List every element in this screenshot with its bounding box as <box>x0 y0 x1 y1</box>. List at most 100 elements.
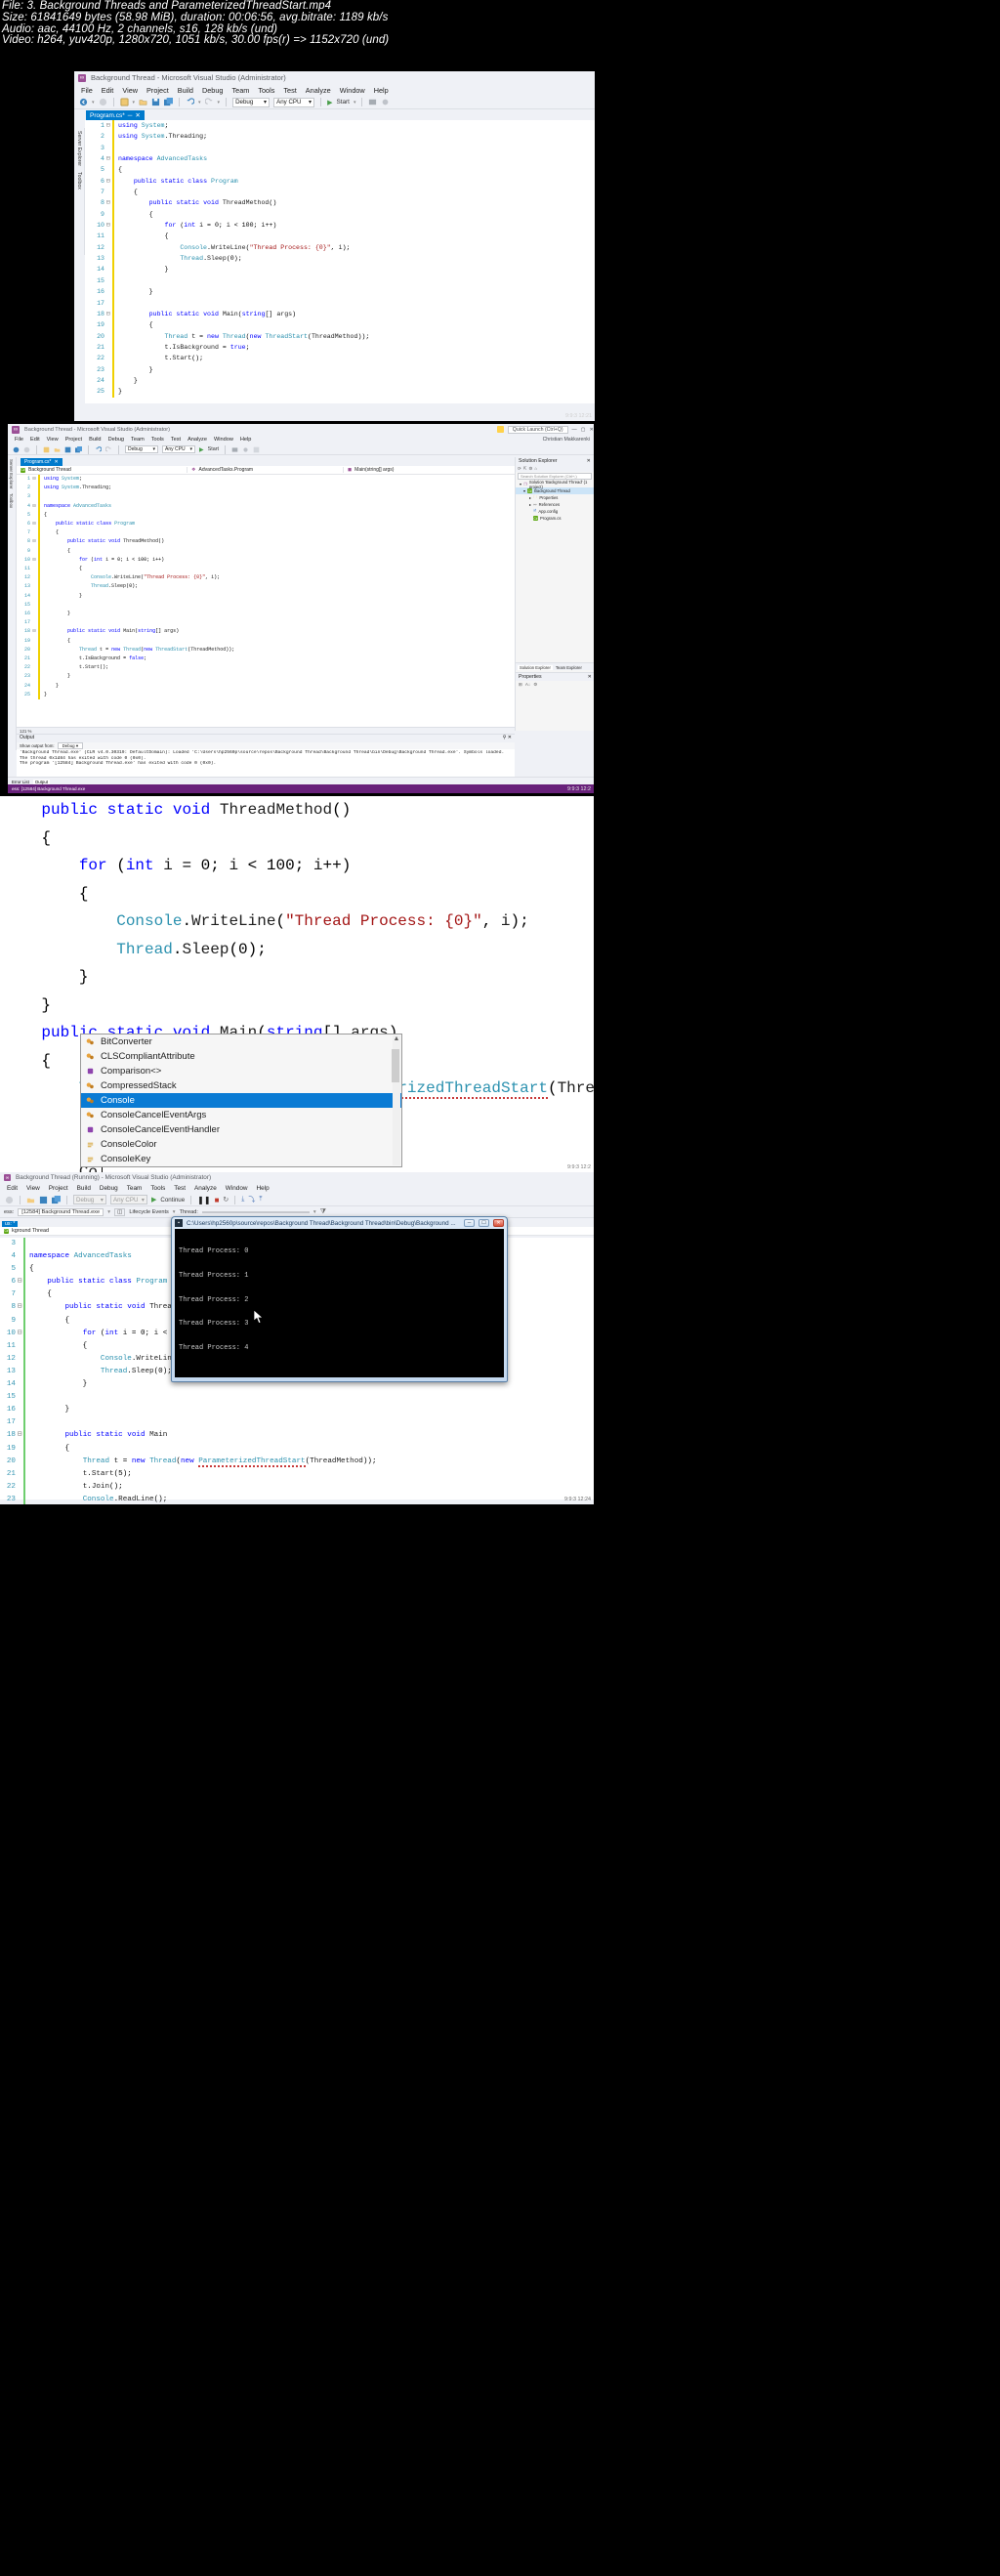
p2-menu-debug[interactable]: Debug <box>108 437 124 443</box>
intellisense-list[interactable]: BitConverter CLSCompliantAttribute Compari… <box>81 1035 401 1166</box>
intellisense-item[interactable]: ConsoleKey <box>81 1152 401 1166</box>
quick-launch-input[interactable]: Quick Launch (Ctrl+Q) <box>507 425 568 434</box>
fold-toggle-icon[interactable]: ⊟ <box>16 1429 23 1442</box>
intellisense-item[interactable]: Comparison<> <box>81 1064 401 1078</box>
p2-menu-help[interactable]: Help <box>240 437 252 443</box>
save-icon[interactable] <box>151 98 160 106</box>
fold-toggle-icon[interactable]: ⊟ <box>30 556 38 565</box>
collapse-chevron-icon[interactable]: ▸ <box>529 495 531 500</box>
menu-item-build[interactable]: Build <box>178 86 193 95</box>
p2-menu-team[interactable]: Team <box>131 437 145 443</box>
menu-item-tools[interactable]: Tools <box>258 86 274 95</box>
p2-menu-view[interactable]: View <box>47 437 59 443</box>
p2-misc-icon-1[interactable] <box>231 446 238 453</box>
menu-item-debug[interactable]: Debug <box>202 86 224 95</box>
expand-chevron-icon-2[interactable]: ▾ <box>523 488 525 493</box>
se-item-programcs[interactable]: C# Program.cs <box>516 515 594 522</box>
p4-save-icon[interactable] <box>39 1196 48 1204</box>
fold-toggle-icon[interactable]: ⊟ <box>104 153 112 164</box>
p2-misc-icon-3[interactable] <box>253 446 260 453</box>
se-item-appconfig[interactable]: 🗎 App.config <box>516 508 594 515</box>
p2-menu-project[interactable]: Project <box>65 437 82 443</box>
fold-toggle-icon[interactable]: ⊟ <box>104 220 112 231</box>
p2-menu-edit[interactable]: Edit <box>30 437 40 443</box>
fold-toggle-icon[interactable]: ⊟ <box>104 309 112 319</box>
p2-open-file-icon[interactable] <box>54 446 61 453</box>
expand-chevron-icon[interactable]: ▾ <box>520 482 521 486</box>
scroll-up-arrow-icon[interactable]: ▲ <box>393 1035 400 1042</box>
menu-item-analyze[interactable]: Analyze <box>306 86 331 95</box>
close-icon[interactable]: ✕ <box>135 111 140 119</box>
continue-button-label[interactable]: Continue <box>160 1197 185 1204</box>
p2-menu-build[interactable]: Build <box>89 437 101 443</box>
filter-icon[interactable]: ⧩ <box>320 1208 326 1216</box>
editor-tab-program-cs[interactable]: Program.cs* ─ ✕ <box>86 110 145 120</box>
fold-toggle-icon[interactable]: ⊟ <box>16 1276 23 1288</box>
p2-close-icon[interactable]: ✕ <box>55 459 59 465</box>
fold-toggle-icon[interactable]: ⊟ <box>30 502 38 511</box>
menu-item-help[interactable]: Help <box>374 86 389 95</box>
p4-menu-window[interactable]: Window <box>226 1185 248 1192</box>
intellisense-scrollbar[interactable]: ▲ <box>392 1035 400 1165</box>
p4-menu-analyze[interactable]: Analyze <box>194 1185 217 1192</box>
open-file-icon[interactable] <box>139 98 147 106</box>
intellisense-item[interactable]: CLSCompliantAttribute <box>81 1049 401 1064</box>
lifecycle-events-label[interactable]: Lifecycle Events <box>129 1209 168 1215</box>
console-maximize-button[interactable]: ☐ <box>479 1219 489 1227</box>
p4-save-all-icon[interactable] <box>52 1195 61 1204</box>
p2-start-debug-icon[interactable]: ▶ <box>199 446 204 453</box>
misc-toolbar-icon-2[interactable] <box>381 98 390 106</box>
navigate-back-dropdown-icon[interactable]: ▾ <box>92 100 95 106</box>
p2-menu-window[interactable]: Window <box>214 437 233 443</box>
output-close-icon[interactable]: ✕ <box>508 735 512 740</box>
console-close-button[interactable]: ✕ <box>493 1219 504 1227</box>
p4-open-file-icon[interactable] <box>26 1196 35 1204</box>
process-combo[interactable]: [12584] Background Thread.exe <box>18 1207 104 1216</box>
p2-save-icon[interactable] <box>64 446 71 453</box>
signed-in-user[interactable]: Christian Makkarenki <box>543 437 594 443</box>
p4-navbar-project[interactable]: C# kground Thread <box>0 1228 146 1234</box>
lifecycle-events-icon[interactable]: ◫ <box>114 1207 126 1216</box>
step-into-icon[interactable]: ⤓ <box>241 1196 244 1204</box>
properties-close-icon[interactable]: ✕ <box>588 674 592 680</box>
se-home-icon[interactable]: ⌂ <box>534 466 537 471</box>
tab-solution-explorer[interactable]: Solution Explorer <box>518 665 553 670</box>
p4-menu-edit[interactable]: Edit <box>7 1185 18 1192</box>
se-item-properties[interactable]: ▸ 🗀 Properties <box>516 494 594 501</box>
p4-menu-build[interactable]: Build <box>77 1185 91 1192</box>
p2-undo-icon[interactable] <box>95 445 103 453</box>
start-debug-icon[interactable]: ▶ <box>327 99 332 106</box>
fold-toggle-icon[interactable]: ⊟ <box>16 1328 23 1340</box>
step-out-icon[interactable]: ⤒ <box>259 1196 262 1204</box>
p2-navbar-type[interactable]: ❖ AdvancedTasks.Program <box>188 467 344 473</box>
fold-toggle-icon[interactable]: ⊟ <box>30 627 38 636</box>
intellisense-item[interactable]: CompressedStack <box>81 1078 401 1093</box>
p2-misc-icon-2[interactable] <box>242 446 249 453</box>
intellisense-item[interactable]: ConsoleCancelEventArgs <box>81 1108 401 1122</box>
console-window[interactable]: ▪ C:\Users\hp2560p\source\repos\Backgrou… <box>171 1216 508 1382</box>
p4-menu-project[interactable]: Project <box>49 1185 68 1192</box>
collapse-chevron-icon-2[interactable]: ▸ <box>529 502 531 507</box>
output-pin-icon[interactable]: ⚲ <box>503 735 507 740</box>
fold-toggle-icon[interactable]: ⊟ <box>30 475 38 484</box>
panel2-code-editor[interactable]: 1 ⊟ using System; 2 using System.Threading; 3… <box>17 475 515 727</box>
se-properties-icon[interactable]: ⚙ <box>528 466 532 472</box>
output-source-combo[interactable]: Debug ▾ <box>57 741 84 750</box>
new-project-dropdown-icon[interactable]: ▾ <box>133 100 136 106</box>
intellisense-item[interactable]: BitConverter <box>81 1035 401 1049</box>
fold-toggle-icon[interactable]: ⊟ <box>104 176 112 187</box>
menu-item-view[interactable]: View <box>122 86 138 95</box>
minimize-icon[interactable]: — <box>572 427 577 433</box>
fold-toggle-icon[interactable]: ⊟ <box>104 197 112 208</box>
maximize-icon[interactable]: ▢ <box>581 427 586 433</box>
p2-platform-combo[interactable]: Any CPU ▾ <box>162 445 195 453</box>
window-close-icon[interactable]: ✕ <box>590 427 594 433</box>
menu-item-project[interactable]: Project <box>146 86 169 95</box>
intellisense-item[interactable]: ConsoleColor <box>81 1137 401 1152</box>
new-project-icon[interactable] <box>119 98 129 106</box>
editor-zoom-level[interactable]: 121 % <box>20 729 31 734</box>
tab-team-explorer[interactable]: Team Explorer <box>556 665 582 670</box>
p2-navbar-member[interactable]: ◼ Main(string[] args) <box>344 467 515 473</box>
se-collapse-icon[interactable]: ⇱ <box>523 466 527 472</box>
undo-icon[interactable] <box>186 98 195 106</box>
